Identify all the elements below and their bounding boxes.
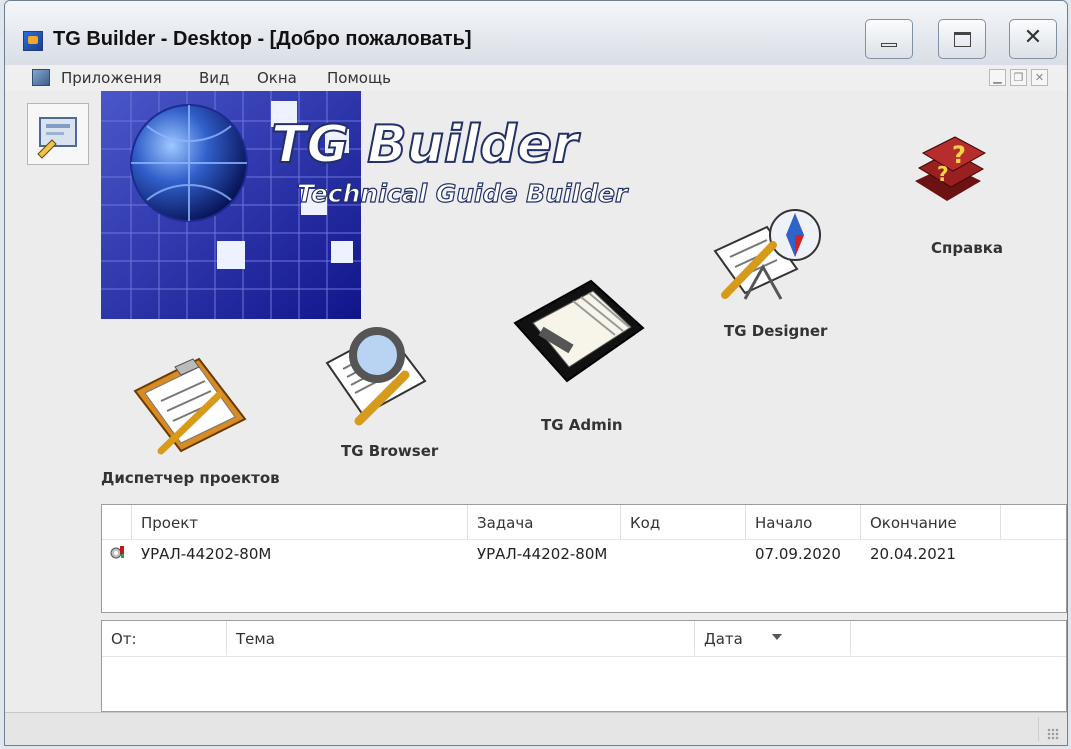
app-icon[interactable]: [23, 31, 43, 51]
title-bar[interactable]: TG Builder - Desktop - [Добро пожаловать…: [5, 1, 1067, 65]
minimize-button[interactable]: [865, 19, 913, 59]
presentation-icon: [37, 117, 77, 159]
col-start[interactable]: Начало: [755, 514, 812, 532]
maximize-button[interactable]: [938, 19, 986, 59]
col-task[interactable]: Задача: [477, 514, 533, 532]
help-books-icon: ? ?: [915, 136, 987, 201]
hero-title: TG Builder: [271, 115, 581, 175]
window-title: TG Builder - Desktop - [Добро пожаловать…: [53, 28, 472, 50]
table-row[interactable]: УРАЛ-44202-80М УРАЛ-44202-80М 07.09.2020…: [102, 541, 1066, 569]
status-bar: [5, 712, 1067, 745]
menu-help[interactable]: Помощь: [327, 69, 391, 87]
designer-compass-icon: [713, 209, 821, 300]
hero-subtitle: Technical Guide Builder: [297, 179, 629, 208]
app-window: TG Builder - Desktop - [Добро пожаловать…: [4, 0, 1068, 746]
col-end[interactable]: Окончание: [870, 514, 957, 532]
messages-grid-header: От: Тема Дата: [102, 621, 1066, 657]
launcher-help[interactable]: ? ?: [897, 123, 997, 227]
maximize-icon: [954, 32, 971, 47]
child-minimize-button[interactable]: ▁: [989, 69, 1006, 86]
resize-grip-icon[interactable]: [1047, 728, 1059, 740]
projects-grid: Проект Задача Код Начало Окончание УРАЛ-…: [101, 504, 1067, 613]
col-code[interactable]: Код: [630, 514, 660, 532]
tg-designer-label[interactable]: TG Designer: [724, 322, 827, 340]
svg-text:?: ?: [952, 141, 966, 169]
project-clipboard-icon: [133, 357, 247, 455]
col-date[interactable]: Дата: [704, 630, 743, 648]
close-icon: ✕: [1023, 25, 1043, 50]
child-restore-button[interactable]: ❐: [1010, 69, 1027, 86]
welcome-launch-button[interactable]: [27, 103, 89, 165]
help-label[interactable]: Справка: [931, 239, 1003, 257]
projects-grid-header: Проект Задача Код Начало Окончание: [102, 505, 1066, 540]
tg-admin-label[interactable]: TG Admin: [541, 416, 623, 434]
col-project[interactable]: Проект: [141, 514, 198, 532]
launcher-tg-browser[interactable]: [317, 319, 447, 433]
col-subject[interactable]: Тема: [236, 630, 275, 648]
launcher-project-manager[interactable]: [127, 343, 257, 465]
project-name: УРАЛ-44202-80М: [141, 545, 272, 563]
launcher-tg-admin[interactable]: [511, 273, 651, 397]
end-date: 20.04.2021: [870, 545, 956, 563]
menu-view[interactable]: Вид: [199, 69, 229, 87]
start-date: 07.09.2020: [755, 545, 841, 563]
document-icon[interactable]: [32, 69, 50, 86]
menu-windows[interactable]: Окна: [257, 69, 297, 87]
menu-bar: Приложения Вид Окна Помощь ▁ ❐ ✕: [5, 65, 1067, 91]
tg-browser-label[interactable]: TG Browser: [341, 442, 438, 460]
browser-magnifier-icon: [325, 327, 427, 426]
child-close-button[interactable]: ✕: [1031, 69, 1048, 86]
svg-text:?: ?: [937, 162, 949, 186]
chevron-down-icon[interactable]: [772, 634, 782, 640]
project-status-icon: [110, 544, 126, 560]
launcher-tg-designer[interactable]: [705, 197, 825, 317]
messages-grid: От: Тема Дата: [101, 620, 1067, 712]
minimize-icon: [881, 43, 897, 47]
col-from[interactable]: От:: [111, 630, 137, 648]
task-name: УРАЛ-44202-80М: [477, 545, 608, 563]
admin-organizer-icon: [513, 279, 645, 383]
menu-applications[interactable]: Приложения: [61, 69, 162, 87]
close-button[interactable]: ✕: [1009, 19, 1057, 59]
project-manager-label[interactable]: Диспетчер проектов: [101, 469, 280, 487]
